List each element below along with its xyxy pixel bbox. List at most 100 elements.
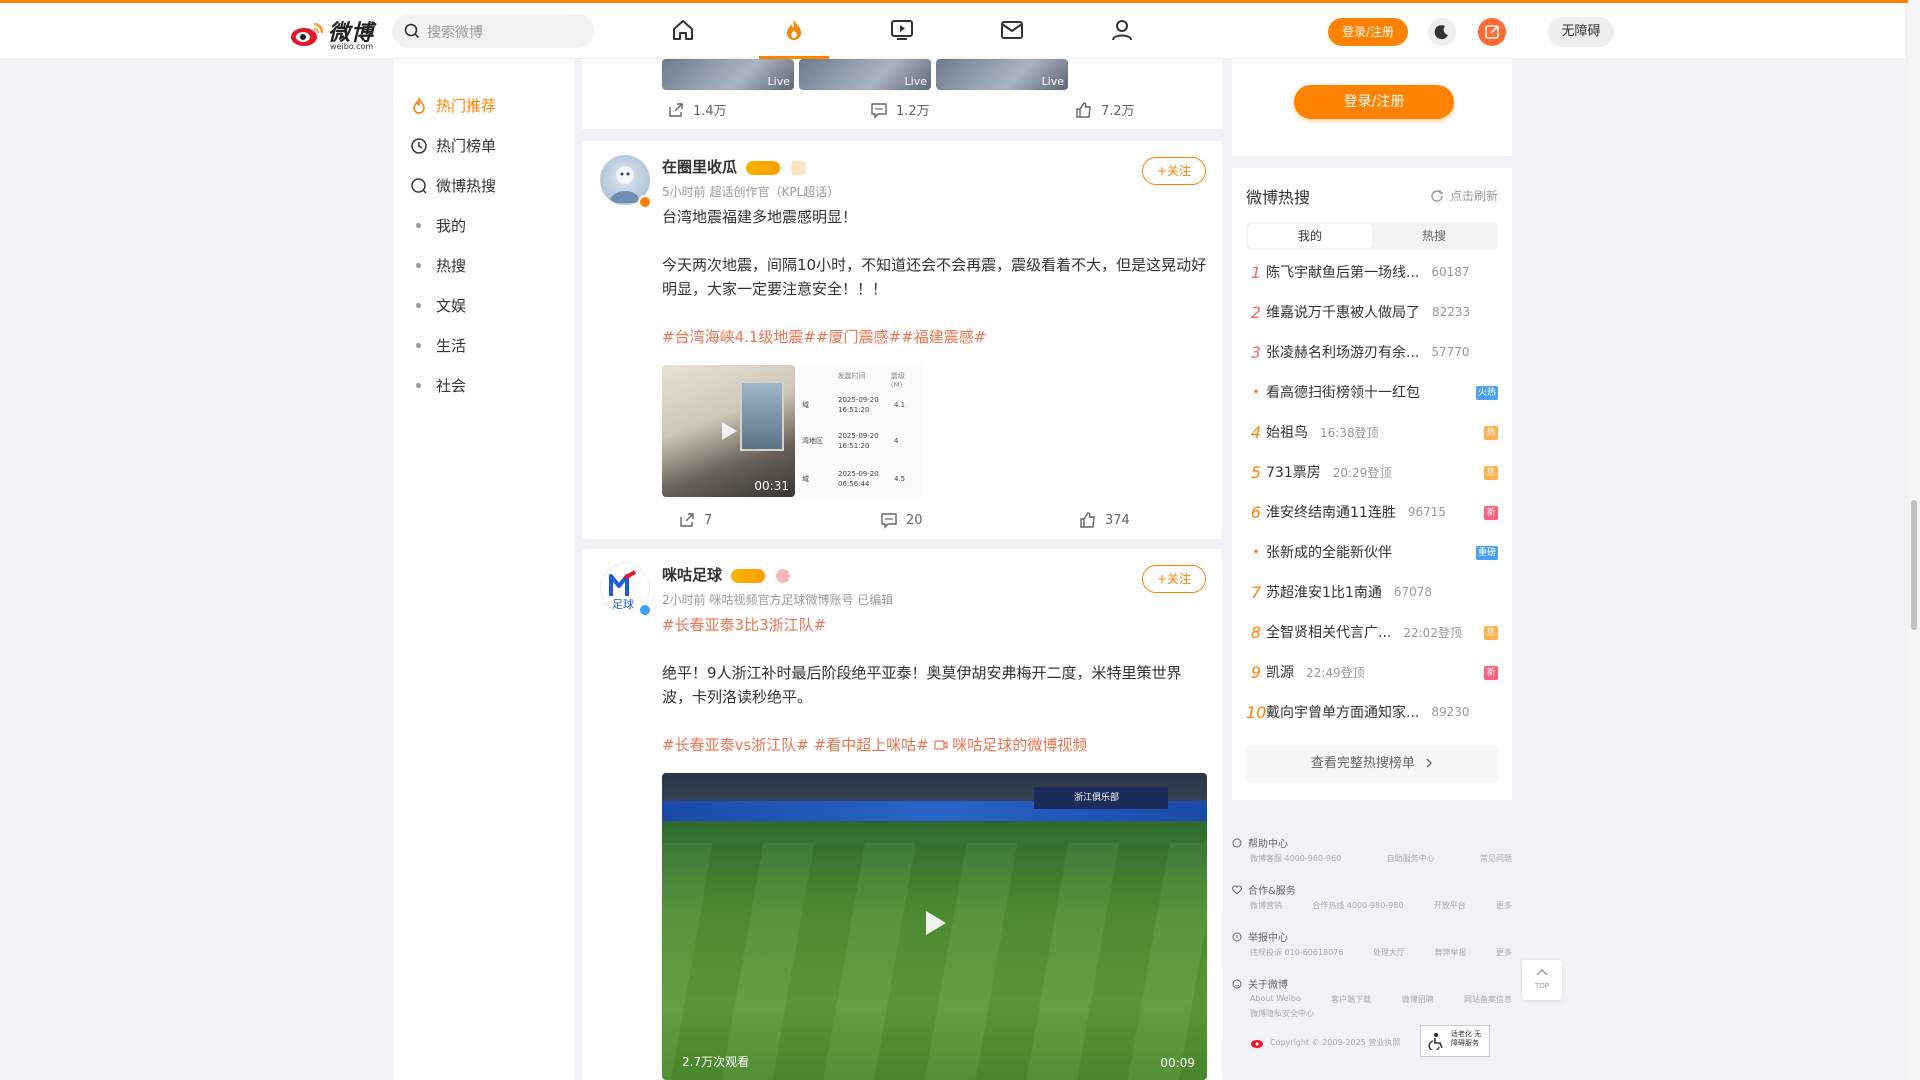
live-photo-thumb[interactable]: Live bbox=[662, 59, 794, 90]
hot-item[interactable]: 2 维嘉说万千惠被人做局了 82233 bbox=[1246, 297, 1498, 327]
username[interactable]: 咪咕足球 bbox=[662, 564, 791, 585]
login-register-button[interactable]: 登录/注册 bbox=[1328, 18, 1408, 46]
hot-item[interactable]: 7 苏超淮安1比1南通 67078 bbox=[1246, 577, 1498, 607]
post-hashtags[interactable]: #台湾海峡4.1级地震##厦门震感##福建震感# bbox=[662, 325, 1207, 349]
sidebar-item-society[interactable]: 社会 bbox=[410, 375, 466, 396]
footer-link[interactable]: 微博客服 4000-960-960 bbox=[1250, 853, 1341, 864]
hot-item[interactable]: 4 始祖鸟 16:38登顶 热 bbox=[1246, 417, 1498, 447]
compose-button[interactable] bbox=[1478, 18, 1506, 46]
footer-about-heading[interactable]: 关于微博 bbox=[1232, 976, 1288, 991]
dark-mode-button[interactable] bbox=[1428, 18, 1456, 46]
hot-flame-icon[interactable] bbox=[781, 17, 807, 43]
hot-item[interactable]: 10 戴向宇曾单方面通知家... 89230 bbox=[1246, 697, 1498, 727]
footer-help-heading[interactable]: 帮助中心 bbox=[1232, 835, 1288, 850]
footer-link[interactable]: 微博招聘 bbox=[1402, 994, 1434, 1005]
logo-subtext: weibo.com bbox=[330, 42, 374, 51]
hot-rank: • bbox=[1252, 385, 1260, 399]
repost-button[interactable]: 7 bbox=[678, 511, 712, 529]
weibo-eye-icon bbox=[291, 22, 324, 46]
sidebar-item-label: 生活 bbox=[436, 337, 467, 355]
tab-hot[interactable]: 热搜 bbox=[1372, 224, 1496, 248]
hot-item[interactable]: • 看高德扫街榜领十一红包 火热 bbox=[1246, 377, 1498, 407]
hot-item[interactable]: 3 张凌赫名利场游刃有余... 57770 bbox=[1246, 337, 1498, 367]
profile-icon[interactable] bbox=[1109, 17, 1135, 43]
fan-badge-icon bbox=[791, 160, 806, 175]
footer-link[interactable]: 微博隐私安全中心 bbox=[1250, 1008, 1314, 1019]
footer-link[interactable]: 微博营销 bbox=[1250, 900, 1282, 911]
moon-icon bbox=[1434, 25, 1448, 40]
footer-link[interactable]: 常见问题 bbox=[1480, 853, 1512, 864]
mail-icon[interactable] bbox=[999, 17, 1025, 43]
hot-item[interactable]: 6 淮安终结南通11连胜 96715 新 bbox=[1246, 497, 1498, 527]
hot-rank: 7 bbox=[1250, 582, 1262, 602]
sidebar-item-hotsearch[interactable]: 热搜 bbox=[410, 255, 466, 276]
back-to-top-button[interactable]: TOP bbox=[1522, 960, 1562, 1000]
post-hashtag-top[interactable]: #长春亚泰3比3浙江队# bbox=[662, 613, 1207, 637]
video-icon[interactable] bbox=[889, 17, 915, 43]
footer-link[interactable]: 网站备案信息 bbox=[1464, 994, 1512, 1005]
footer-link[interactable]: 自助服务中心 bbox=[1387, 853, 1435, 864]
footer-link[interactable]: 处理大厅 bbox=[1373, 947, 1405, 958]
sidebar-item-hot-recommend[interactable]: 热门推荐 bbox=[410, 95, 496, 116]
sidebar-item-entertainment[interactable]: 文娱 bbox=[410, 295, 466, 316]
sidebar-item-mine[interactable]: 我的 bbox=[410, 215, 466, 236]
like-button[interactable]: 374 bbox=[1079, 511, 1130, 529]
like-count: 7.2万 bbox=[1101, 104, 1135, 119]
video-link[interactable]: 咪咕足球的微博视频 bbox=[952, 736, 1087, 754]
footer-link[interactable]: 更多 bbox=[1496, 947, 1512, 958]
like-button[interactable]: 7.2万 bbox=[1075, 100, 1135, 119]
hot-num: 57770 bbox=[1431, 345, 1470, 359]
sidebar-item-hot-search[interactable]: 微博热搜 bbox=[410, 175, 496, 196]
post-card: 足球 咪咕足球 2小时前 咪咕视频官方足球微博账号 已编辑 +关注 #长春亚泰3… bbox=[582, 549, 1222, 1080]
hot-item[interactable]: 8 全智贤相关代言广... 22:02登顶 热 bbox=[1246, 617, 1498, 647]
footer-link[interactable]: 合作热线 4000-980-980 bbox=[1312, 900, 1403, 911]
video-thumbnail[interactable]: 00:31 bbox=[662, 365, 795, 497]
repost-button[interactable]: 1.4万 bbox=[667, 100, 727, 119]
weibo-logo[interactable]: 微博 weibo.com bbox=[290, 15, 380, 51]
thumbs-up-icon bbox=[1076, 101, 1091, 118]
hot-word: 张新成的全能新伙伴 bbox=[1266, 545, 1392, 561]
hot-item[interactable]: 1 陈飞宇献鱼后第一场线... 60187 bbox=[1246, 257, 1498, 287]
follow-button[interactable]: +关注 bbox=[1142, 157, 1206, 185]
refresh-button[interactable]: 点击刷新 bbox=[1430, 187, 1498, 204]
accessibility-service-badge[interactable]: 适老化 无障碍服务 bbox=[1420, 1025, 1490, 1057]
footer-link[interactable]: 更多 bbox=[1496, 900, 1512, 911]
footer-link[interactable]: 舞弊举报 bbox=[1434, 947, 1466, 958]
comment-button[interactable]: 20 bbox=[880, 511, 923, 529]
footer-link[interactable]: 客户端下载 bbox=[1331, 994, 1371, 1005]
bullet-dot bbox=[416, 263, 421, 268]
hot-item[interactable]: 9 凯源 22:49登顶 新 bbox=[1246, 657, 1498, 687]
post-hashtags[interactable]: #长春亚泰vs浙江队# #看中超上咪咕# 咪咕足球的微博视频 bbox=[662, 733, 1207, 757]
tab-mine[interactable]: 我的 bbox=[1248, 224, 1372, 248]
sidebar-item-life[interactable]: 生活 bbox=[410, 335, 466, 356]
table-cell: 域 bbox=[802, 401, 809, 409]
footer-link[interactable]: 违规投诉 010-60618076 bbox=[1250, 947, 1343, 958]
username[interactable]: 在圈里收瓜 bbox=[662, 156, 806, 177]
scrollbar-thumb[interactable] bbox=[1911, 500, 1917, 630]
footer-link[interactable]: 开放平台 bbox=[1434, 900, 1466, 911]
hot-rank: 9 bbox=[1250, 662, 1262, 682]
search-icon bbox=[404, 23, 420, 39]
quake-table-image[interactable]: 发震时间 震级(M) 域 2025-09-20 16:51:20 4.1 湾地区… bbox=[798, 365, 922, 497]
hot-num: 82233 bbox=[1432, 305, 1471, 319]
live-photo-thumb[interactable]: Live bbox=[799, 59, 931, 90]
comment-button[interactable]: 1.2万 bbox=[870, 100, 930, 119]
footer-link[interactable]: About Weibo bbox=[1250, 994, 1301, 1005]
footer-report-heading[interactable]: 举报中心 bbox=[1232, 929, 1288, 944]
search-box[interactable]: 搜索微博 bbox=[392, 14, 594, 48]
accessibility-button[interactable]: 无障碍 bbox=[1548, 17, 1614, 47]
hot-item[interactable]: 5 731票房 20:29登顶 热 bbox=[1246, 457, 1498, 487]
footer-coop-label: 合作&服务 bbox=[1248, 886, 1296, 897]
view-full-hot-list-button[interactable]: 查看完整热搜榜单 bbox=[1246, 746, 1498, 782]
follow-button[interactable]: +关注 bbox=[1142, 565, 1206, 593]
home-icon[interactable] bbox=[670, 17, 696, 43]
live-photo-thumb[interactable]: Live bbox=[936, 59, 1068, 90]
footer-coop-heading[interactable]: 合作&服务 bbox=[1232, 882, 1296, 897]
hot-item[interactable]: • 张新成的全能新伙伴 重磅 bbox=[1246, 537, 1498, 567]
login-register-button[interactable]: 登录/注册 bbox=[1294, 85, 1454, 119]
hashtag-links[interactable]: #长春亚泰vs浙江队# #看中超上咪咕# bbox=[662, 736, 934, 754]
play-icon[interactable] bbox=[916, 905, 952, 941]
video-player[interactable]: 浙江俱乐部 2.7万次观看 00:09 bbox=[662, 773, 1207, 1080]
hot-rank: 4 bbox=[1250, 422, 1262, 442]
sidebar-item-hot-list[interactable]: 热门榜单 bbox=[410, 135, 496, 156]
